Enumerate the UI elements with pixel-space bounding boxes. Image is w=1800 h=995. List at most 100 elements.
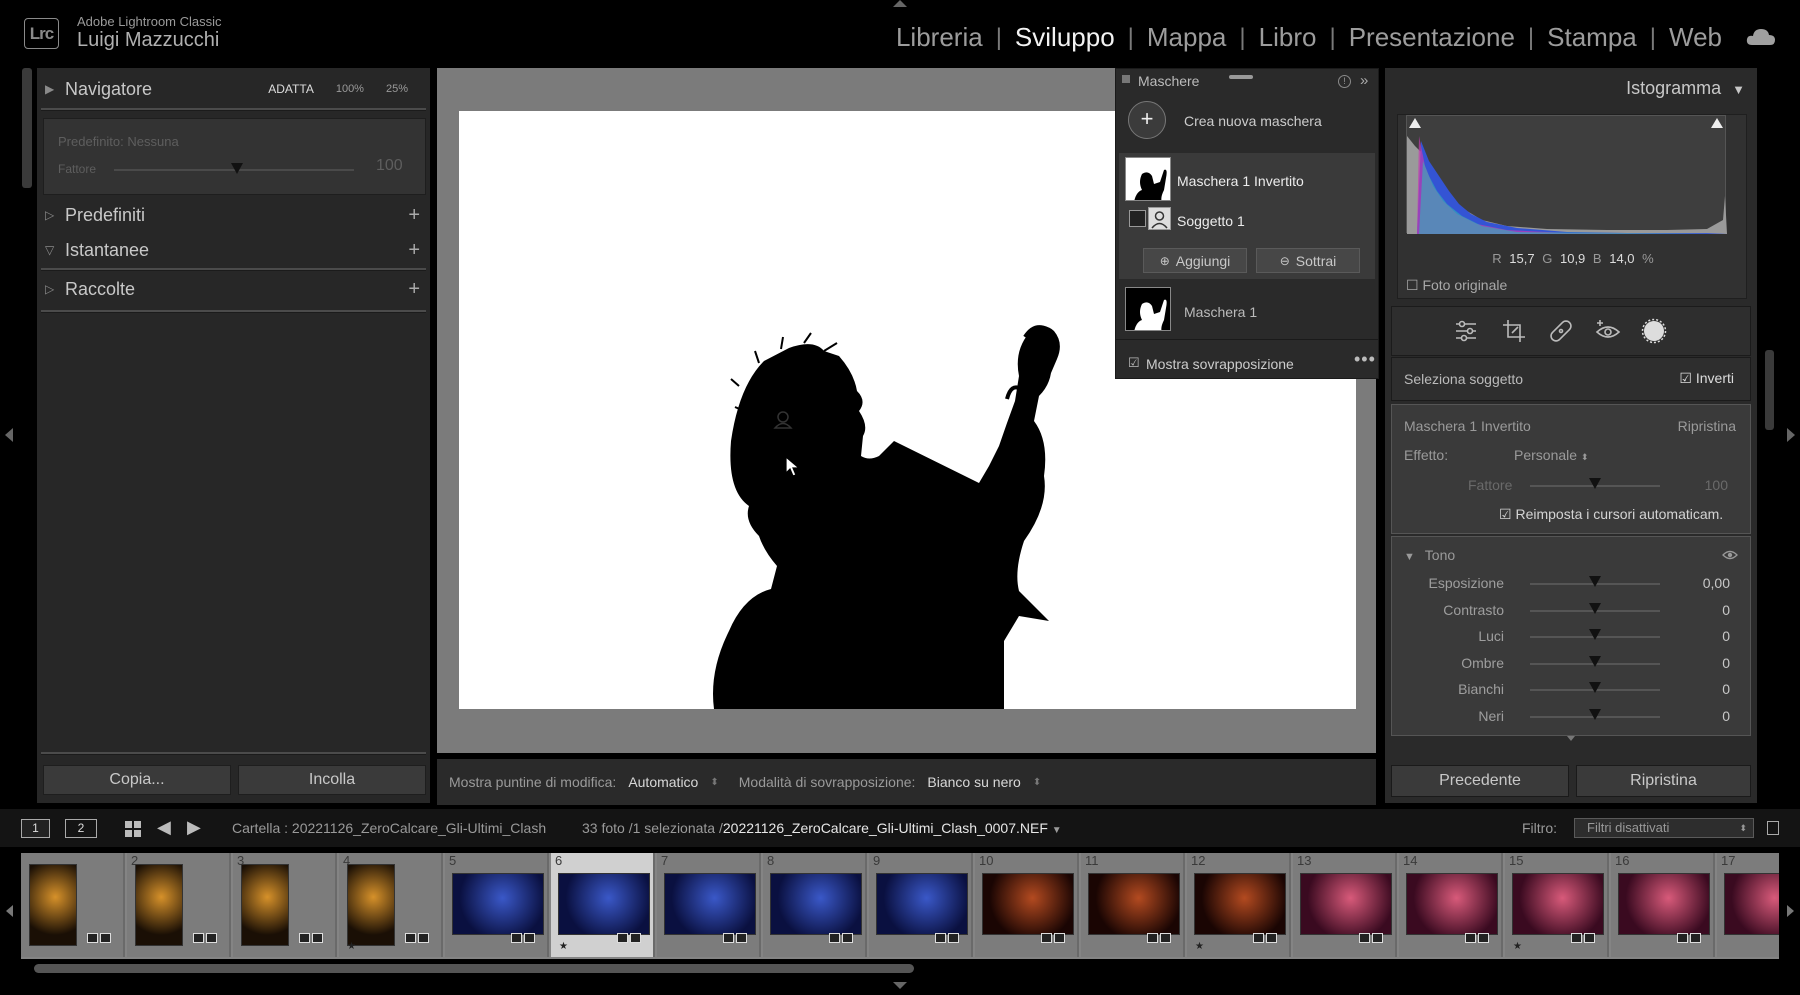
subject-edit-icon[interactable] [1129, 210, 1146, 227]
invert-checkbox[interactable]: ☑ Inverti [1679, 370, 1734, 387]
filmstrip-cell[interactable]: 15 ★ [1505, 853, 1609, 957]
panel-grip-icon[interactable] [1122, 75, 1130, 83]
reset-button[interactable]: Ripristina [1576, 765, 1751, 797]
copy-button[interactable]: Copia... [43, 765, 231, 795]
create-mask-label[interactable]: Crea nuova maschera [1184, 113, 1322, 129]
slider-value[interactable]: 0 [1722, 708, 1730, 724]
show-overlay-checkbox[interactable]: ☑ [1128, 355, 1140, 371]
help-icon[interactable]: ! [1338, 75, 1351, 88]
mask2-thumbnail[interactable] [1125, 287, 1171, 331]
photo-thumbnail[interactable] [558, 873, 650, 935]
histogram-graph[interactable] [1406, 115, 1727, 234]
filmstrip-right-icon[interactable] [1787, 905, 1794, 917]
mask1-name[interactable]: Maschera 1 Invertito [1177, 173, 1304, 189]
slider-value[interactable]: 0 [1722, 628, 1730, 644]
filmstrip-cell[interactable]: 4 ★ [339, 853, 443, 957]
photo-thumbnail[interactable] [1088, 873, 1180, 935]
tone-header[interactable]: ▼ Tono [1404, 547, 1455, 563]
slider-value[interactable]: 0 [1722, 602, 1730, 618]
filmstrip-cell[interactable]: 12 ★ [1187, 853, 1291, 957]
bottom-panel-toggle-icon[interactable] [893, 982, 907, 989]
auto-reset-checkbox[interactable]: ☑ Reimposta i cursori automaticam. [1499, 506, 1723, 523]
highlight-clipping-icon[interactable] [1711, 118, 1723, 128]
slider-value[interactable]: 0 [1722, 655, 1730, 671]
mask-group-selected[interactable]: Maschera 1 Invertito Soggetto 1 ⊕ Aggiung… [1119, 153, 1375, 279]
subtract-from-mask-button[interactable]: ⊖ Sottrai [1256, 248, 1360, 273]
add-snapshot-icon[interactable]: + [408, 239, 420, 262]
original-photo-toggle[interactable]: ☐ Foto originale [1406, 277, 1507, 294]
mask-reset-button[interactable]: Ripristina [1678, 418, 1736, 434]
zoom-100[interactable]: 100% [336, 83, 364, 95]
grid-view-icon[interactable] [124, 820, 142, 838]
slider-thumb[interactable] [1589, 576, 1601, 587]
slider-value[interactable]: 0,00 [1703, 575, 1730, 591]
photo-thumbnail[interactable] [876, 873, 968, 935]
module-stampa[interactable]: Stampa [1547, 22, 1637, 53]
tone-slider-row[interactable]: Neri 0 [1392, 706, 1752, 728]
filmstrip-left-icon[interactable] [6, 905, 13, 917]
navigator-header[interactable]: ▶ Navigatore ADATTA 100% 25% [37, 72, 430, 106]
right-scrollbar[interactable] [1765, 350, 1774, 430]
slider-thumb[interactable] [1589, 708, 1601, 720]
filmstrip-cell[interactable]: 9 [869, 853, 973, 957]
folder-path[interactable]: Cartella : 20221126_ZeroCalcare_Gli-Ulti… [232, 820, 546, 836]
red-eye-icon[interactable] [1594, 317, 1622, 345]
filmstrip-cell[interactable]: 3 [233, 853, 337, 957]
subject-component-icon[interactable] [1148, 207, 1171, 230]
right-panel-toggle-icon[interactable] [1787, 428, 1795, 442]
filmstrip-cell[interactable]: 2 [127, 853, 231, 957]
shadow-clipping-icon[interactable] [1409, 118, 1421, 128]
zoom-25[interactable]: 25% [386, 83, 408, 95]
mask2-name[interactable]: Maschera 1 [1184, 304, 1257, 320]
overlay-mode-select[interactable]: Bianco su nero [927, 774, 1020, 790]
preset-amount-thumb[interactable] [231, 163, 243, 174]
filmstrip-cell[interactable]: 17 [1717, 853, 1779, 957]
add-preset-icon[interactable]: + [408, 204, 420, 227]
eye-icon[interactable] [1722, 549, 1738, 561]
section-istantanee[interactable]: ▽ Istantanee + [37, 233, 430, 267]
tone-slider-row[interactable]: Contrasto 0 [1392, 600, 1752, 622]
person-pin-icon[interactable] [773, 409, 793, 429]
filmstrip-scrollbar[interactable] [34, 964, 914, 973]
section-raccolte[interactable]: ▷ Raccolte + [37, 272, 430, 306]
filmstrip-cell[interactable]: 14 [1399, 853, 1503, 957]
previous-photo-icon[interactable]: ◀ [157, 817, 171, 838]
second-screen-button[interactable]: 2 [65, 819, 97, 838]
tone-slider-row[interactable]: Luci 0 [1392, 626, 1752, 648]
slider-thumb[interactable] [1589, 655, 1601, 667]
tone-slider-row[interactable]: Ombre 0 [1392, 653, 1752, 675]
module-web[interactable]: Web [1669, 22, 1722, 53]
photo-thumbnail[interactable] [1406, 873, 1498, 935]
left-panel-toggle-icon[interactable] [5, 428, 13, 442]
photo-thumbnail[interactable] [347, 864, 395, 946]
sliders-icon[interactable] [1452, 317, 1480, 345]
zoom-fit[interactable]: ADATTA [268, 82, 314, 96]
top-panel-toggle-icon[interactable] [893, 0, 907, 7]
show-overlay-label[interactable]: Mostra sovrapposizione [1146, 356, 1294, 372]
pins-select[interactable]: Automatico [628, 774, 698, 790]
photo-thumbnail[interactable] [1300, 873, 1392, 935]
slider-thumb[interactable] [1589, 629, 1601, 640]
mask1-thumbnail[interactable] [1125, 157, 1171, 201]
previous-button[interactable]: Precedente [1391, 765, 1569, 797]
photo-thumbnail[interactable] [664, 873, 756, 935]
filmstrip-cell[interactable]: 11 [1081, 853, 1185, 957]
slider-value[interactable]: 0 [1722, 681, 1730, 697]
module-libro[interactable]: Libro [1259, 22, 1317, 53]
main-screen-button[interactable]: 1 [21, 819, 50, 838]
cloud-icon[interactable] [1746, 28, 1776, 46]
add-collection-icon[interactable]: + [408, 278, 420, 301]
module-libreria[interactable]: Libreria [896, 22, 983, 53]
add-to-mask-button[interactable]: ⊕ Aggiungi [1143, 248, 1247, 273]
filmstrip-cell[interactable]: 7 [657, 853, 761, 957]
tone-slider-row[interactable]: Esposizione 0,00 [1392, 573, 1752, 595]
drag-handle[interactable] [1229, 75, 1253, 79]
slider-thumb[interactable] [1589, 682, 1601, 693]
amount-thumb[interactable] [1589, 478, 1601, 489]
filmstrip-cell[interactable]: 5 [445, 853, 549, 957]
photo-thumbnail[interactable] [29, 864, 77, 946]
photo-thumbnail[interactable] [1618, 873, 1710, 935]
filmstrip-cell[interactable]: 13 [1293, 853, 1397, 957]
photo-thumbnail[interactable] [135, 864, 183, 946]
photo-thumbnail[interactable] [770, 873, 862, 935]
